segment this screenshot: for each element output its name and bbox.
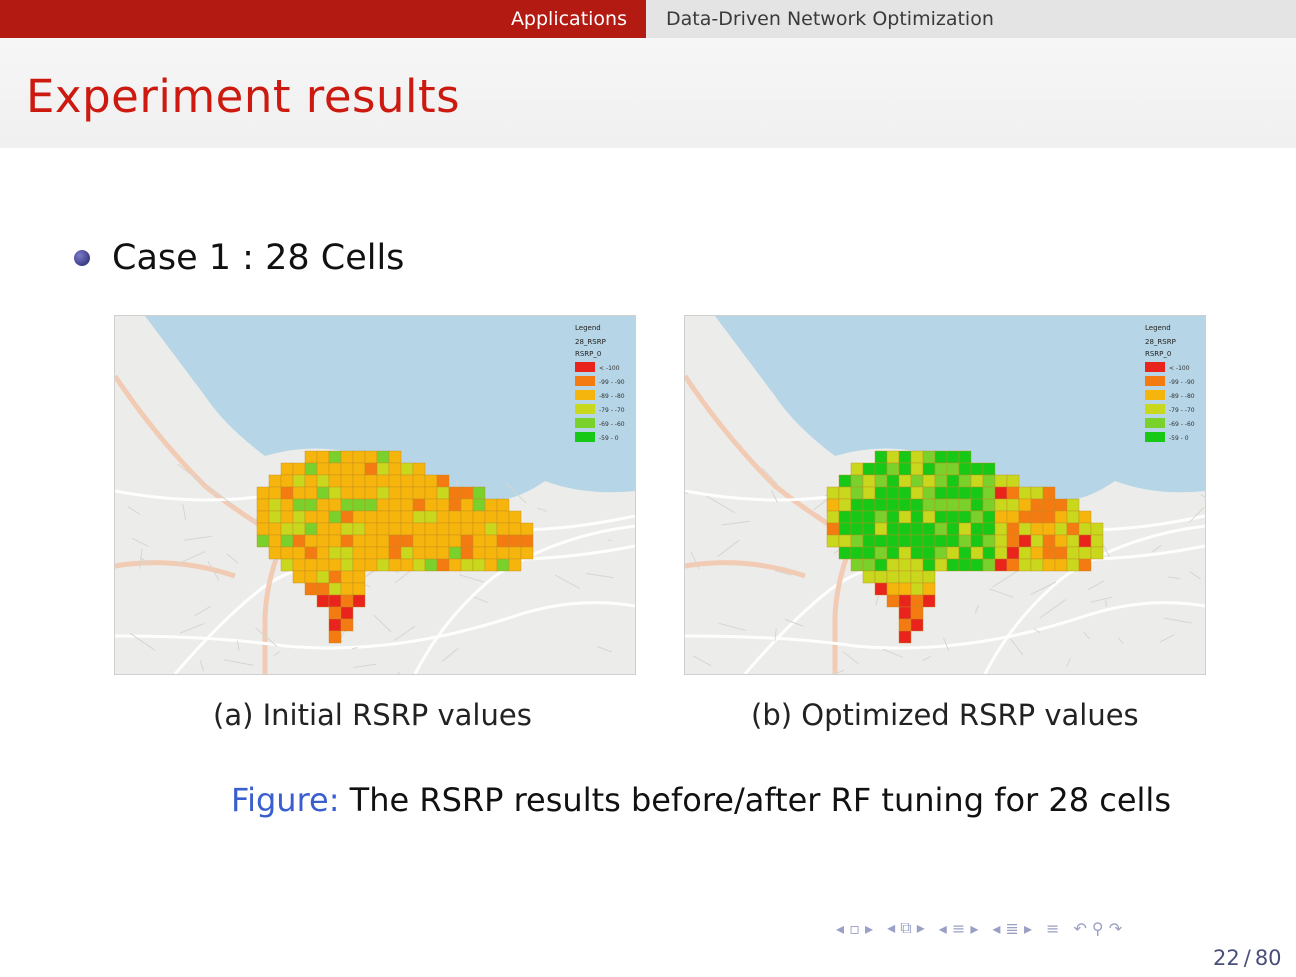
frame-title-bar: Experiment results	[0, 38, 1296, 148]
header-subsection[interactable]: Data-Driven Network Optimization	[646, 0, 1296, 38]
svg-text:-59 - 0: -59 - 0	[599, 435, 619, 442]
svg-text:-99 - -90: -99 - -90	[1169, 379, 1195, 386]
map-legend: Legend 28_RSRP RSRP_0 < -100 -99 - -90 -89 - …	[570, 320, 632, 450]
svg-text:< -100: < -100	[1169, 365, 1190, 372]
beamer-navigation: ◂ ▫ ▸ ◂ ⧉ ▸ ◂ ≡ ▸ ◂ ≣ ▸ ≡ ↶ ⚲ ↷	[836, 918, 1122, 938]
figure-caption: Figure: The RSRP results before/after RF…	[231, 781, 1171, 819]
subfigure-caption-a: (a) Initial RSRP values	[213, 698, 532, 732]
svg-text:-99 - -90: -99 - -90	[599, 379, 625, 386]
bullet-text: Case 1 : 28 Cells	[112, 238, 405, 278]
current-page: 22	[1213, 946, 1240, 970]
svg-text:RSRP_0: RSRP_0	[1145, 350, 1171, 358]
svg-text:Legend: Legend	[575, 324, 601, 332]
slide-title: Experiment results	[26, 70, 461, 123]
subfigure-caption-b: (b) Optimized RSRP values	[751, 698, 1139, 732]
figure-caption-text: The RSRP results before/after RF tuning …	[349, 781, 1171, 819]
svg-text:-79 - -70: -79 - -70	[1169, 407, 1195, 414]
bullet-icon	[74, 250, 90, 266]
map-canvas: Legend 28_RSRP RSRP_0 < -100 -99 - -90 -89 - …	[685, 316, 1205, 674]
svg-text:28_RSRP: 28_RSRP	[575, 338, 606, 346]
nav-part-icon[interactable]: ◂ ≣ ▸	[992, 919, 1032, 938]
beamer-header: Applications Data-Driven Network Optimiz…	[0, 0, 1296, 38]
svg-text:-59 - 0: -59 - 0	[1169, 435, 1189, 442]
page-number: 22/80	[1213, 946, 1282, 970]
nav-toc-icon[interactable]: ≡	[1046, 919, 1059, 938]
bullet-item: Case 1 : 28 Cells	[74, 238, 404, 278]
map-canvas: Legend 28_RSRP RSRP_0 < -100 -99 - -90 -89 - …	[115, 316, 635, 674]
rsrp-map-optimized: Legend 28_RSRP RSRP_0 < -100 -99 - -90 -89 - …	[684, 315, 1206, 675]
nav-search-icon[interactable]: ↶ ⚲ ↷	[1073, 919, 1122, 938]
nav-section-icon[interactable]: ◂ ≡ ▸	[939, 919, 979, 938]
svg-text:28_RSRP: 28_RSRP	[1145, 338, 1176, 346]
svg-text:-79 - -70: -79 - -70	[599, 407, 625, 414]
header-section[interactable]: Applications	[0, 0, 646, 38]
svg-text:-69 - -60: -69 - -60	[599, 421, 625, 428]
svg-text:< -100: < -100	[599, 365, 620, 372]
map-legend: Legend 28_RSRP RSRP_0 < -100 -99 - -90 -89 - …	[1140, 320, 1202, 450]
svg-text:RSRP_0: RSRP_0	[575, 350, 601, 358]
total-pages: 80	[1254, 946, 1282, 970]
figure-caption-label: Figure:	[231, 781, 340, 819]
svg-text:-89 - -80: -89 - -80	[599, 393, 625, 400]
svg-text:Legend: Legend	[1145, 324, 1171, 332]
svg-text:-89 - -80: -89 - -80	[1169, 393, 1195, 400]
nav-frame-back-icon[interactable]: ◂ ▫ ▸	[836, 919, 873, 938]
rsrp-map-initial: Legend 28_RSRP RSRP_0 < -100 -99 - -90 -89 - …	[114, 315, 636, 675]
svg-text:-69 - -60: -69 - -60	[1169, 421, 1195, 428]
nav-subsection-icon[interactable]: ◂ ⧉ ▸	[887, 918, 925, 938]
